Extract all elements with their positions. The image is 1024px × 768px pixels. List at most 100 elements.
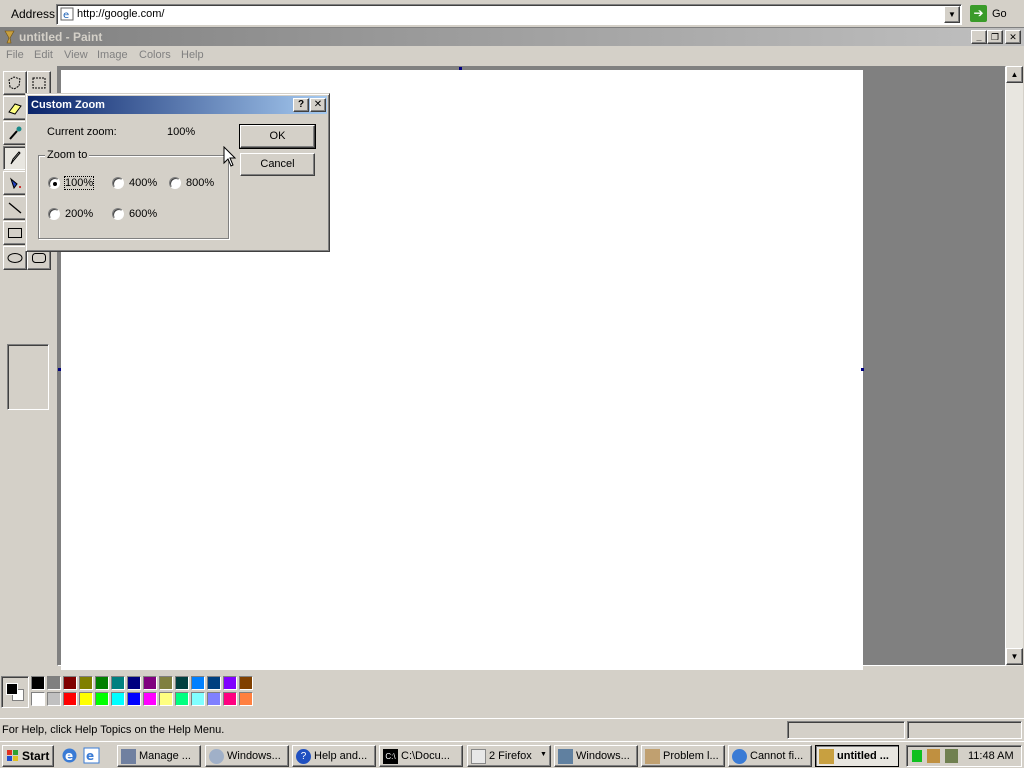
dialog-title-bar[interactable]: Custom Zoom ? ✕ — [28, 96, 327, 114]
task-cmd[interactable]: C:\ C:\Docu... — [379, 745, 463, 767]
tray-app-icon[interactable] — [927, 749, 940, 763]
radio-label[interactable]: 600% — [129, 208, 157, 220]
pick-color-tool[interactable] — [3, 121, 27, 145]
scroll-down-button[interactable]: ▼ — [1006, 648, 1023, 665]
color-swatch[interactable] — [111, 692, 125, 706]
color-swatch[interactable] — [127, 692, 141, 706]
task-firefox-group[interactable]: 2 Firefox ▼ — [467, 745, 551, 767]
task-label: Help and... — [314, 750, 368, 762]
radio-circle[interactable] — [48, 177, 60, 189]
task-problem[interactable]: Problem l... — [641, 745, 725, 767]
color-swatch[interactable] — [143, 692, 157, 706]
color-swatch[interactable] — [79, 692, 93, 706]
color-swatch[interactable] — [47, 676, 61, 690]
go-button[interactable]: Go — [992, 8, 1007, 20]
cancel-button[interactable]: Cancel — [240, 153, 315, 176]
radio-label[interactable]: 100% — [63, 176, 95, 190]
select-tool[interactable] — [27, 71, 51, 95]
radio-label[interactable]: 400% — [129, 177, 157, 189]
color-swatch[interactable] — [95, 692, 109, 706]
computer-icon — [558, 749, 573, 764]
close-button[interactable]: ✕ — [1005, 30, 1021, 44]
address-field[interactable]: e ▼ — [56, 4, 962, 25]
radio-circle[interactable] — [169, 177, 181, 189]
eraser-tool[interactable] — [3, 96, 27, 120]
radio-circle[interactable] — [48, 208, 60, 220]
dialog-help-button[interactable]: ? — [293, 98, 309, 112]
start-label: Start — [22, 749, 50, 763]
color-swatch[interactable] — [223, 676, 237, 690]
line-tool[interactable] — [3, 196, 27, 220]
radio-circle[interactable] — [112, 208, 124, 220]
ie-quicklaunch-icon-2[interactable]: e — [83, 747, 100, 764]
current-colors[interactable] — [1, 676, 29, 708]
dialog-close-button[interactable]: ✕ — [310, 98, 326, 112]
problem-icon — [645, 749, 660, 764]
radio-label[interactable]: 200% — [65, 208, 93, 220]
color-swatch[interactable] — [191, 692, 205, 706]
free-form-select-tool[interactable] — [3, 71, 27, 95]
address-bar: Address e ▼ ➔ Go — [0, 0, 1024, 28]
color-swatch[interactable] — [47, 692, 61, 706]
color-swatch[interactable] — [143, 676, 157, 690]
color-swatch[interactable] — [79, 676, 93, 690]
tool-options-box[interactable] — [7, 344, 49, 410]
menu-edit[interactable]: Edit — [34, 49, 53, 61]
eraser-icon — [8, 103, 22, 115]
taskbar: Start e e Manage ... Windows... ? Help an… — [0, 741, 1024, 768]
help-icon: ? — [296, 749, 311, 764]
color-swatch[interactable] — [111, 676, 125, 690]
status-bar: For Help, click Help Topics on the Help … — [0, 718, 1024, 740]
task-manage[interactable]: Manage ... — [117, 745, 201, 767]
ok-button[interactable]: OK — [239, 124, 316, 149]
color-swatch[interactable] — [159, 692, 173, 706]
vertical-scrollbar[interactable]: ▲ ▼ — [1006, 66, 1023, 666]
paint-icon — [819, 749, 834, 764]
menu-view[interactable]: View — [64, 49, 88, 61]
task-help[interactable]: ? Help and... — [292, 745, 376, 767]
network-status-icon[interactable] — [912, 750, 922, 762]
task-cannot-find[interactable]: Cannot fi... — [728, 745, 812, 767]
resize-handle — [58, 368, 61, 371]
color-swatch[interactable] — [207, 692, 221, 706]
color-swatch[interactable] — [63, 676, 77, 690]
rectangle-tool[interactable] — [3, 221, 27, 245]
radio-circle[interactable] — [112, 177, 124, 189]
task-paint-active[interactable]: untitled ... — [815, 745, 899, 767]
task-windows-2[interactable]: Windows... — [554, 745, 638, 767]
scroll-up-button[interactable]: ▲ — [1006, 66, 1023, 83]
task-windows-1[interactable]: Windows... — [205, 745, 289, 767]
menu-help[interactable]: Help — [181, 49, 204, 61]
color-swatch[interactable] — [191, 676, 205, 690]
address-input[interactable] — [77, 8, 937, 20]
color-swatch[interactable] — [239, 676, 253, 690]
restore-button[interactable]: ❐ — [987, 30, 1003, 44]
pencil-tool[interactable] — [3, 146, 27, 170]
go-arrow-icon[interactable]: ➔ — [970, 5, 987, 22]
minimize-button[interactable]: _ — [971, 30, 987, 44]
ellipse-tool[interactable] — [3, 246, 27, 270]
color-swatch[interactable] — [175, 692, 189, 706]
resize-handle[interactable] — [861, 368, 864, 371]
airbrush-tool[interactable] — [3, 171, 27, 195]
color-swatch[interactable] — [239, 692, 253, 706]
color-swatch[interactable] — [31, 676, 45, 690]
address-dropdown-button[interactable]: ▼ — [944, 6, 960, 23]
color-swatch[interactable] — [223, 692, 237, 706]
color-swatch[interactable] — [159, 676, 173, 690]
radio-label[interactable]: 800% — [186, 177, 214, 189]
ie-quicklaunch-icon[interactable]: e — [61, 747, 78, 764]
tray-app-icon-2[interactable] — [945, 749, 958, 763]
menu-image[interactable]: Image — [97, 49, 128, 61]
color-swatch[interactable] — [63, 692, 77, 706]
start-button[interactable]: Start — [2, 745, 54, 767]
task-label: Windows... — [576, 750, 630, 762]
menu-bar: File Edit View Image Colors Help — [0, 46, 1024, 66]
color-swatch[interactable] — [207, 676, 221, 690]
menu-file[interactable]: File — [6, 49, 24, 61]
menu-colors[interactable]: Colors — [139, 49, 171, 61]
color-swatch[interactable] — [31, 692, 45, 706]
color-swatch[interactable] — [95, 676, 109, 690]
color-swatch[interactable] — [127, 676, 141, 690]
color-swatch[interactable] — [175, 676, 189, 690]
